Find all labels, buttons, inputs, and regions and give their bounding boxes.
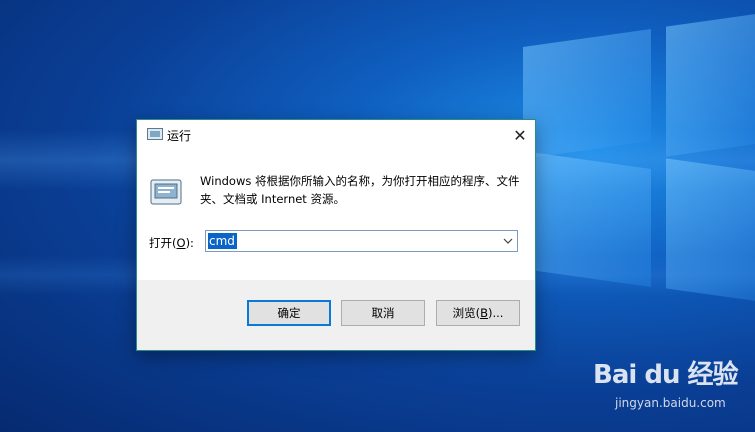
title-bar: 运行 ✕ [137,120,535,150]
cancel-button[interactable]: 取消 [341,300,425,326]
windows-logo-pane-bottom-right [666,158,755,302]
open-input[interactable] [208,233,490,249]
desktop-background: 运行 ✕ Windows 将根据你所输入的名称，为你打开相应的程序、文件夹、文档… [0,0,755,432]
baidu-watermark: Bai du 经验 jingyan.baidu.com [585,354,745,424]
dialog-title: 运行 [167,129,192,143]
watermark-logo: Bai du 经验 [593,360,738,390]
open-field-label: 打开(O): [149,236,194,250]
close-button[interactable]: ✕ [505,120,535,150]
dialog-description: Windows 将根据你所输入的名称，为你打开相应的程序、文件夹、文档或 Int… [200,174,520,206]
windows-logo-pane-top-left [523,29,651,159]
watermark-url: jingyan.baidu.com [615,396,726,410]
ok-button[interactable]: 确定 [247,300,331,326]
open-combobox[interactable]: cmd [205,230,518,252]
close-icon: ✕ [513,125,527,145]
windows-logo-pane-top-right [666,13,755,157]
chevron-down-icon[interactable] [502,235,514,247]
run-dialog: 运行 ✕ Windows 将根据你所输入的名称，为你打开相应的程序、文件夹、文档… [136,119,536,351]
windows-logo-pane-bottom-left [523,151,651,287]
run-app-icon [150,179,182,205]
run-app-icon [147,128,163,140]
browse-button[interactable]: 浏览(B)... [436,300,520,326]
dialog-footer: 确定 取消 浏览(B)... [137,280,535,350]
selected-text: cmd [208,233,237,249]
